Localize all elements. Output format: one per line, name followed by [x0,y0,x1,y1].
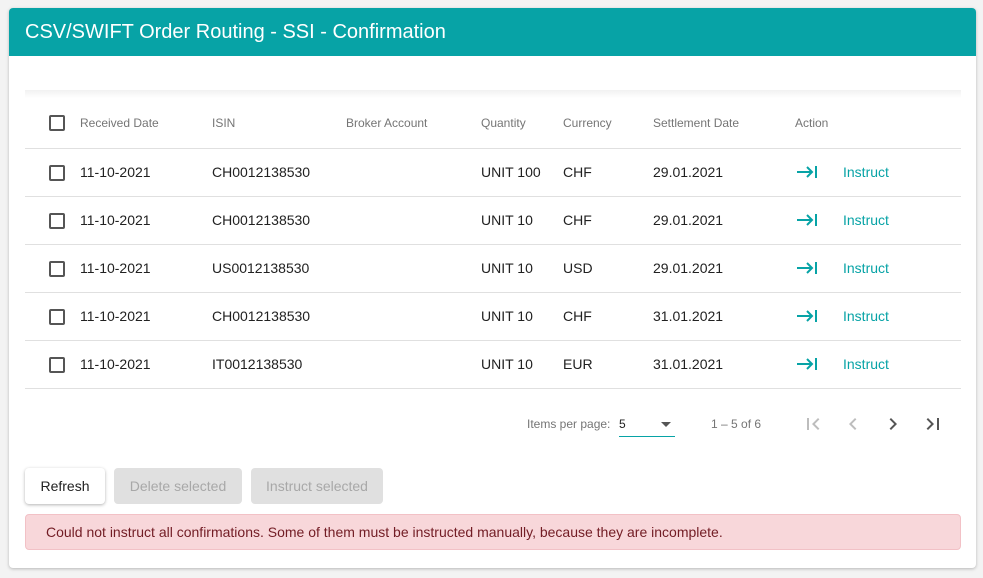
table-header-row: Received Date ISIN Broker Account Quanti… [25,98,961,148]
column-header-isin[interactable]: ISIN [212,98,346,148]
row-action: Instruct [795,208,961,232]
cell-currency: CHF [563,308,592,324]
row-checkbox[interactable] [49,356,65,373]
instruct-link[interactable]: Instruct [843,260,889,276]
row-action: Instruct [795,160,961,184]
error-alert: Could not instruct all confirmations. So… [25,514,961,550]
dropdown-caret-icon [661,422,671,427]
chevron-left-icon[interactable] [841,412,865,436]
chevron-right-icon[interactable] [881,412,905,436]
cell-quantity: UNIT 10 [481,212,533,228]
cell-isin: US0012138530 [212,260,310,276]
cell-received-date: 11-10-2021 [80,212,151,228]
cell-quantity: UNIT 10 [481,356,533,372]
instruct-selected-button[interactable]: Instruct selected [251,468,383,504]
cell-isin: CH0012138530 [212,212,311,228]
delete-selected-button[interactable]: Delete selected [114,468,242,504]
confirmations-table: Received Date ISIN Broker Account Quanti… [25,98,961,389]
cell-settlement-date: 31.01.2021 [653,308,724,324]
cell-settlement-date: 29.01.2021 [653,212,724,228]
cell-received-date: 11-10-2021 [80,308,151,324]
cell-currency: USD [563,260,593,276]
instruct-link[interactable]: Instruct [843,212,889,228]
arrow-right-to-bar-icon[interactable] [795,352,819,376]
cell-currency: CHF [563,164,592,180]
row-action: Instruct [795,256,961,280]
cell-broker-account [346,292,481,340]
instruct-link[interactable]: Instruct [843,308,889,324]
error-alert-message: Could not instruct all confirmations. So… [46,524,723,540]
first-page-icon[interactable] [801,412,825,436]
cell-quantity: UNIT 100 [481,164,541,180]
last-page-icon[interactable] [921,412,945,436]
arrow-right-to-bar-icon[interactable] [795,256,819,280]
row-checkbox[interactable] [49,308,65,325]
cell-settlement-date: 29.01.2021 [653,260,724,276]
row-action: Instruct [795,352,961,376]
cell-quantity: UNIT 10 [481,260,533,276]
card-header: CSV/SWIFT Order Routing - SSI - Confirma… [9,8,976,56]
column-header-received-date[interactable]: Received Date [80,98,212,148]
cell-settlement-date: 29.01.2021 [653,164,724,180]
cell-broker-account [346,340,481,388]
arrow-right-to-bar-icon[interactable] [795,304,819,328]
confirmations-table-container: Received Date ISIN Broker Account Quanti… [25,90,961,389]
cell-settlement-date: 31.01.2021 [653,356,724,372]
cell-received-date: 11-10-2021 [80,164,151,180]
column-header-action: Action [795,115,829,130]
refresh-button[interactable]: Refresh [25,468,105,504]
cell-currency: EUR [563,356,593,372]
row-checkbox[interactable] [49,260,65,277]
cell-isin: IT0012138530 [212,356,303,372]
table-row: 11-10-2021 CH0012138530 UNIT 10 CHF 31.0… [25,292,961,340]
arrow-right-to-bar-icon[interactable] [795,208,819,232]
confirmation-card: CSV/SWIFT Order Routing - SSI - Confirma… [9,8,976,568]
paginator: Items per page: 5 1 – 5 of 6 [25,396,961,452]
cell-isin: CH0012138530 [212,308,311,324]
table-row: 11-10-2021 US0012138530 UNIT 10 USD 29.0… [25,244,961,292]
arrow-right-to-bar-icon[interactable] [795,160,819,184]
select-all-checkbox[interactable] [49,114,65,131]
table-row: 11-10-2021 CH0012138530 UNIT 10 CHF 29.0… [25,196,961,244]
cell-isin: CH0012138530 [212,164,311,180]
cell-quantity: UNIT 10 [481,308,533,324]
row-checkbox[interactable] [49,212,65,229]
page-size-value: 5 [619,417,626,431]
column-header-quantity[interactable]: Quantity [481,98,563,148]
instruct-link[interactable]: Instruct [843,356,889,372]
instruct-link[interactable]: Instruct [843,164,889,180]
row-checkbox[interactable] [49,164,65,181]
cell-broker-account [346,244,481,292]
column-header-broker-account[interactable]: Broker Account [346,98,481,148]
cell-broker-account [346,196,481,244]
page-title: CSV/SWIFT Order Routing - SSI - Confirma… [25,20,446,43]
column-header-settlement-date[interactable]: Settlement Date [653,98,795,148]
column-header-currency[interactable]: Currency [563,98,653,148]
cell-received-date: 11-10-2021 [80,260,151,276]
cell-broker-account [346,148,481,196]
table-row: 11-10-2021 CH0012138530 UNIT 100 CHF 29.… [25,148,961,196]
items-per-page-label: Items per page: [527,417,611,431]
page-size-select[interactable]: 5 [619,410,675,437]
table-row: 11-10-2021 IT0012138530 UNIT 10 EUR 31.0… [25,340,961,388]
page-range-label: 1 – 5 of 6 [711,417,762,431]
cell-currency: CHF [563,212,592,228]
cell-received-date: 11-10-2021 [80,356,151,372]
row-action: Instruct [795,304,961,328]
